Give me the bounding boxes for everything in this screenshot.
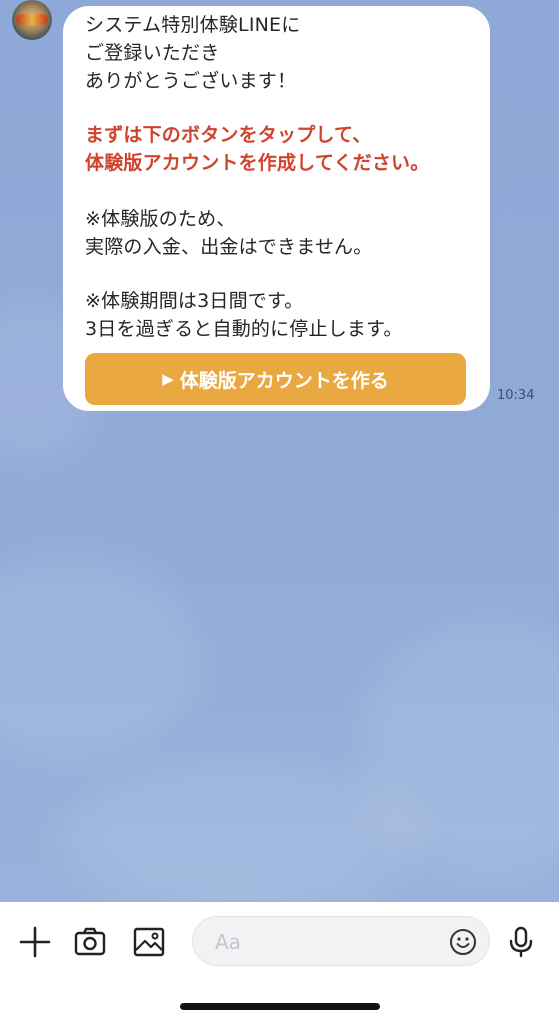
message-input-field[interactable] (192, 916, 490, 967)
message-line: ご登録いただき (85, 42, 220, 64)
message-line: 実際の入金、出金はできません。 (85, 236, 373, 258)
message-highlight: まずは下のボタンをタップして、 体験版アカウントを作成してください。 (85, 121, 429, 177)
plus-icon[interactable] (17, 924, 53, 960)
cloud-decoration (0, 560, 200, 760)
button-label: 体験版アカウントを作る (179, 369, 389, 392)
home-indicator[interactable] (180, 1003, 380, 1010)
microphone-icon[interactable] (503, 924, 539, 960)
camera-icon[interactable] (72, 924, 108, 960)
message-line: ありがとうございます！ (85, 70, 297, 92)
message-timestamp: 10:34 (497, 388, 535, 403)
message-intro: システム特別体験LINEに ご登録いただき ありがとうございます！ (85, 11, 300, 95)
avatar-logo (16, 14, 48, 25)
message-note-demo: ※体験版のため、 実際の入金、出金はできません。 (85, 205, 372, 261)
message-text-input[interactable] (213, 917, 437, 967)
chat-background: システム特別体験LINEに ご登録いただき ありがとうございます！ まずは下のボ… (0, 0, 559, 902)
message-note-period: ※体験期間は3日間です。 3日を過ぎると自動的に停止します。 (85, 287, 403, 343)
message-line: システム特別体験LINEに (85, 14, 301, 36)
message-line: 3日を過ぎると自動的に停止します。 (85, 318, 403, 340)
message-line: まずは下のボタンをタップして、 (85, 124, 372, 146)
image-icon[interactable] (131, 924, 167, 960)
emoji-icon[interactable] (448, 927, 478, 957)
message-line: ※体験版のため、 (85, 208, 236, 230)
message-bubble: システム特別体験LINEに ご登録いただき ありがとうございます！ まずは下のボ… (63, 6, 490, 411)
message-line: 体験版アカウントを作成してください。 (85, 152, 430, 174)
play-arrow-icon: ▶ (162, 370, 174, 388)
message-line: ※体験期間は3日間です。 (85, 290, 304, 312)
sender-avatar[interactable] (12, 0, 52, 40)
create-trial-account-button[interactable]: ▶ 体験版アカウントを作る (85, 353, 466, 405)
